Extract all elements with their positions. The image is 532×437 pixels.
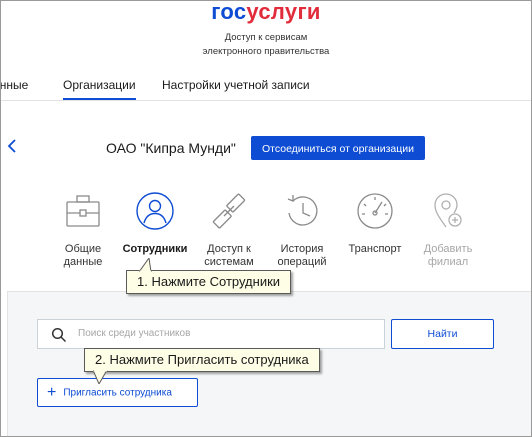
tab-data[interactable]: Данные — [1, 78, 28, 92]
plus-icon: + — [47, 383, 57, 401]
search-icon — [51, 327, 67, 343]
tab-account-settings[interactable]: Настройки учетной записи — [162, 78, 310, 92]
speedometer-icon — [355, 191, 395, 231]
tab-organizations[interactable]: Организации — [63, 78, 136, 100]
profile-tabs: Данные Организации Настройки учетной зап… — [1, 78, 531, 100]
subtitle-line1: Доступ к сервисам — [224, 32, 308, 43]
tabs-divider — [1, 100, 531, 101]
briefcase-icon — [63, 191, 103, 231]
header-subtitle: Доступ к сервисам электронного правитель… — [1, 31, 531, 59]
disconnect-organization-button[interactable]: Отсоединиться от организации — [251, 136, 425, 160]
invite-employee-label: Пригласить сотрудника — [63, 387, 172, 398]
category-add-branch[interactable]: Добавить филиал — [403, 191, 493, 269]
add-location-icon — [428, 191, 468, 231]
chevron-left-icon[interactable] — [7, 138, 17, 159]
user-icon — [135, 191, 175, 231]
callout-step1-text: 1. Нажмите Сотрудники — [137, 274, 281, 289]
history-icon — [282, 191, 322, 231]
logo-part-uslugi: услуги — [246, 0, 321, 24]
search-placeholder: Поиск среди участников — [78, 328, 191, 339]
find-button[interactable]: Найти — [391, 319, 494, 349]
gosuslugi-logo[interactable]: госуслуги — [1, 0, 531, 25]
callout-step1: 1. Нажмите Сотрудники — [126, 258, 292, 294]
invite-employee-button[interactable]: + Пригласить сотрудника — [37, 378, 198, 407]
link-icon — [209, 191, 249, 231]
search-input[interactable]: Поиск среди участников — [37, 319, 385, 349]
organization-name: ОАО "Кипра Мунди" — [106, 140, 236, 156]
callout-step2: 2. Нажмите Пригласить сотрудника — [84, 348, 320, 384]
logo-part-gos: гос — [211, 0, 247, 24]
category-label: Добавить филиал — [423, 243, 473, 268]
callout-step2-text: 2. Нажмите Пригласить сотрудника — [95, 352, 309, 367]
subtitle-line2: электронного правительства — [202, 46, 330, 57]
screenshot-frame: госуслуги Доступ к сервисам электронного… — [0, 0, 532, 437]
